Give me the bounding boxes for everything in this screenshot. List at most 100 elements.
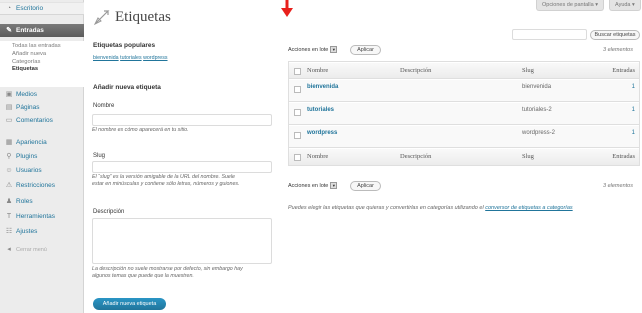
row-checkbox[interactable] xyxy=(294,109,301,116)
pin-icon: ✎ xyxy=(6,26,12,34)
sidebar-item-herramientas[interactable]: T Herramientas xyxy=(0,210,84,223)
column-footer-name[interactable]: Nombre xyxy=(307,153,328,160)
red-arrow-annotation xyxy=(281,0,293,17)
description-textarea[interactable] xyxy=(92,218,272,264)
tag-name-link[interactable]: tutoriales xyxy=(307,107,334,113)
roles-icon: ♟ xyxy=(5,197,13,205)
slug-field[interactable] xyxy=(92,161,272,173)
table-header-row: Nombre Descripción Slug Entradas xyxy=(289,62,639,79)
apply-button-top[interactable]: Aplicar xyxy=(350,45,381,55)
popular-tag-link[interactable]: bienvenida xyxy=(93,55,119,61)
admin-sidebar: ◔ Escritorio ✎ Entradas Todas las entrad… xyxy=(0,0,84,313)
sidebar-item-restricciones[interactable]: ⚠ Restricciones xyxy=(0,179,84,192)
tag-slug: bienvenida xyxy=(522,84,552,90)
sidebar-item-label: Plugins xyxy=(16,153,38,160)
sidebar-item-entradas[interactable]: ✎ Entradas xyxy=(0,24,84,37)
column-footer-slug[interactable]: Slug xyxy=(522,153,534,160)
submenu-item-anadir[interactable]: Añadir nueva xyxy=(12,51,84,59)
tags-table: Nombre Descripción Slug Entradas bienven… xyxy=(288,61,640,166)
description-label: Descripción xyxy=(93,209,125,215)
sidebar-item-comentarios[interactable]: ▭ Comentarios xyxy=(0,114,84,127)
column-header-slug[interactable]: Slug xyxy=(522,67,534,74)
sidebar-item-label: Apariencia xyxy=(16,139,47,146)
popular-tag-link[interactable]: wordpress xyxy=(143,55,167,61)
bulk-actions-select-bottom[interactable]: Acciones en lote ▼ xyxy=(288,181,338,190)
select-all-checkbox[interactable] xyxy=(294,68,301,75)
tools-icon: T xyxy=(6,212,12,220)
sidebar-item-roles[interactable]: ♟ Roles xyxy=(0,195,84,208)
collapse-icon: ◂ xyxy=(7,245,11,253)
row-checkbox[interactable] xyxy=(294,132,301,139)
row-checkbox[interactable] xyxy=(294,86,301,93)
media-icon: ▣ xyxy=(5,90,13,98)
tag-converter-link[interactable]: conversor de etiquetas a categorías xyxy=(485,205,572,211)
tag-post-count[interactable]: 1 xyxy=(632,84,635,90)
column-footer-posts[interactable]: Entradas xyxy=(612,153,635,160)
comments-icon: ▭ xyxy=(5,116,13,124)
sidebar-item-label: Medios xyxy=(16,91,37,98)
slug-hint-line-1: El “slug” es la versión amigable de la U… xyxy=(92,174,235,180)
name-label: Nombre xyxy=(93,103,115,109)
collapse-menu[interactable]: ◂ Cerrar menú xyxy=(0,243,84,256)
popular-tag-link[interactable]: tutoriales xyxy=(120,55,142,61)
submenu-item-etiquetas[interactable]: Etiquetas xyxy=(12,66,84,74)
name-field[interactable] xyxy=(92,114,272,126)
settings-icon: ☷ xyxy=(5,227,13,235)
help-button[interactable]: Ayuda ▾ xyxy=(609,0,641,11)
sidebar-item-label: Roles xyxy=(16,198,33,205)
submenu-item-todas[interactable]: Todas las entradas xyxy=(12,43,84,51)
select-all-checkbox-footer[interactable] xyxy=(294,154,301,161)
column-header-description[interactable]: Descripción xyxy=(400,67,431,74)
convert-tags-note-text: Puedes elegir las etiquetas que quieras … xyxy=(288,205,486,211)
tag-icon xyxy=(93,10,110,26)
column-footer-description[interactable]: Descripción xyxy=(400,153,431,160)
bulk-actions-label: Acciones en lote xyxy=(288,46,329,53)
sidebar-item-ajustes[interactable]: ☷ Ajustes xyxy=(0,225,84,238)
table-row: tutoriales tutoriales-2 1 xyxy=(289,102,639,125)
slug-hint-line-2: estar en minúsculas y contiene sólo letr… xyxy=(92,181,240,187)
pages-icon: ▤ xyxy=(5,103,13,111)
sidebar-item-label: Usuarios xyxy=(16,167,42,174)
sidebar-item-plugins[interactable]: ⚲ Plugins xyxy=(0,150,84,163)
slug-label: Slug xyxy=(93,153,106,159)
name-hint: El nombre es cómo aparecerá en tu sitio. xyxy=(92,127,189,133)
sidebar-item-medios[interactable]: ▣ Medios xyxy=(0,88,84,101)
tag-post-count[interactable]: 1 xyxy=(632,107,635,113)
table-row: wordpress wordpress-2 1 xyxy=(289,125,639,148)
tag-slug: tutoriales-2 xyxy=(522,107,552,113)
convert-tags-note: Puedes elegir las etiquetas que quieras … xyxy=(288,205,573,211)
chevron-down-icon: ▼ xyxy=(330,182,338,189)
tag-post-count[interactable]: 1 xyxy=(632,130,635,136)
tag-slug: wordpress-2 xyxy=(522,130,556,136)
sidebar-item-label: Páginas xyxy=(16,104,40,111)
search-input[interactable] xyxy=(512,29,587,40)
tag-name-link[interactable]: wordpress xyxy=(307,130,337,136)
bulk-actions-label: Acciones en lote xyxy=(288,182,329,189)
sidebar-item-label: Ajustes xyxy=(16,228,38,235)
popular-tags-cloud: bienvenida tutoriales wordpress xyxy=(93,55,168,61)
sidebar-item-apariencia[interactable]: ▦ Apariencia xyxy=(0,136,84,149)
sidebar-item-usuarios[interactable]: ☺ Usuarios xyxy=(0,164,84,177)
description-hint-line-2: algunos temas que puede que la muestren. xyxy=(92,273,194,279)
apply-button-bottom[interactable]: Aplicar xyxy=(350,181,381,191)
items-count-bottom: 3 elementos xyxy=(603,183,633,189)
collapse-menu-label: Cerrar menú xyxy=(16,246,47,253)
table-row: bienvenida bienvenida 1 xyxy=(289,79,639,102)
add-tag-button[interactable]: Añadir nueva etiqueta xyxy=(93,298,166,310)
sidebar-item-escritorio[interactable]: ◔ Escritorio xyxy=(0,2,84,15)
column-header-name[interactable]: Nombre xyxy=(307,67,328,74)
bulk-actions-select-top[interactable]: Acciones en lote ▼ xyxy=(288,45,338,54)
sidebar-item-label: Comentarios xyxy=(16,117,53,124)
column-header-posts[interactable]: Entradas xyxy=(612,67,635,74)
sidebar-item-paginas[interactable]: ▤ Páginas xyxy=(0,101,84,114)
add-tag-heading: Añadir nueva etiqueta xyxy=(93,84,161,91)
slug-hint: El “slug” es la versión amigable de la U… xyxy=(92,174,240,188)
screen-options-button[interactable]: Opciones de pantalla ▾ xyxy=(536,0,604,11)
tag-name-link[interactable]: bienvenida xyxy=(307,84,338,90)
dashboard-icon: ◔ xyxy=(6,4,12,12)
entradas-submenu: Todas las entradas Añadir nueva Categorí… xyxy=(0,41,84,87)
sidebar-item-label: Restricciones xyxy=(16,182,56,189)
appearance-icon: ▦ xyxy=(5,138,13,146)
search-tags-button[interactable]: Buscar etiquetas xyxy=(590,30,640,40)
submenu-item-categorias[interactable]: Categorías xyxy=(12,59,84,67)
